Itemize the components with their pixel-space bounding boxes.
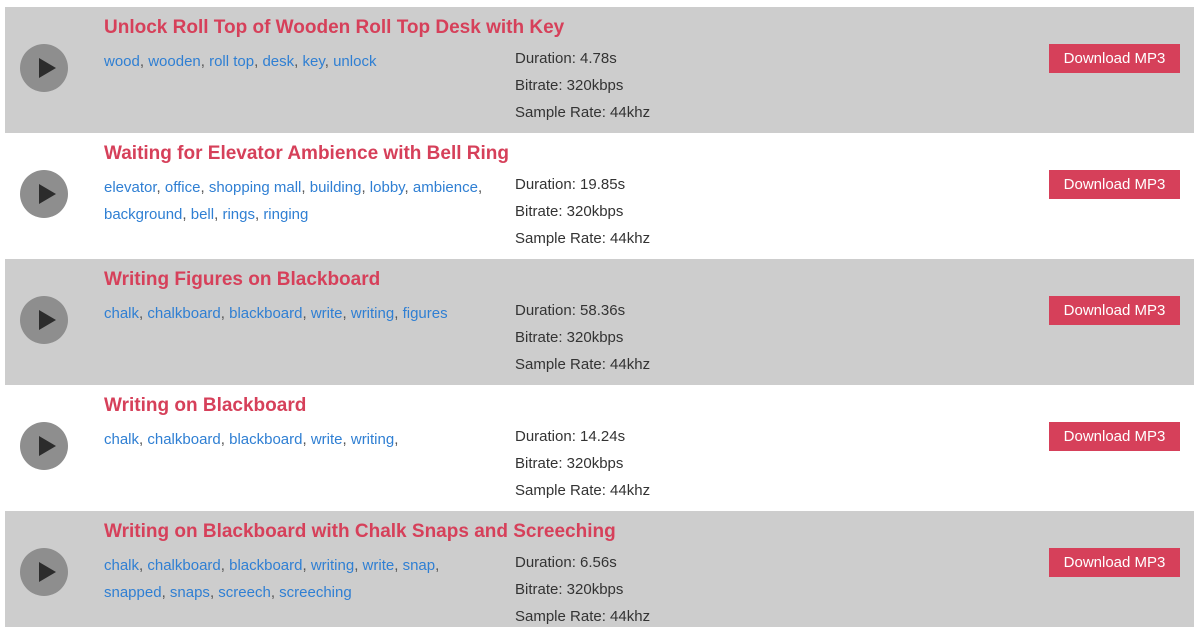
tag-link[interactable]: writing: [351, 305, 394, 322]
tag-link[interactable]: figures: [403, 305, 448, 322]
sample-rate-text: Sample Rate: 44khz: [515, 482, 651, 499]
play-button[interactable]: [20, 44, 68, 92]
tag-list: elevator, office, shopping mall, buildin…: [104, 179, 483, 223]
duration-text: Duration: 14.24s: [515, 428, 626, 445]
tag-link[interactable]: building: [310, 179, 362, 196]
play-icon: [39, 310, 56, 330]
sound-title[interactable]: Writing Figures on Blackboard: [104, 269, 380, 291]
bitrate-text: Bitrate: 320kbps: [515, 455, 624, 472]
download-mp3-button[interactable]: Download MP3: [1049, 548, 1180, 577]
play-icon: [39, 436, 56, 456]
tag-link[interactable]: background: [104, 206, 182, 223]
bitrate-text: Bitrate: 320kbps: [515, 203, 624, 220]
play-icon: [39, 58, 56, 78]
bitrate-text: Bitrate: 320kbps: [515, 329, 624, 346]
play-button[interactable]: [20, 422, 68, 470]
play-icon: [39, 184, 56, 204]
sound-meta: Duration: 19.85s Bitrate: 320kbps Sample…: [515, 171, 650, 252]
tag-link[interactable]: wooden: [148, 53, 201, 70]
tag-link[interactable]: blackboard: [229, 431, 302, 448]
tag-link[interactable]: elevator: [104, 179, 157, 196]
play-button[interactable]: [20, 170, 68, 218]
tag-link[interactable]: screech: [218, 584, 271, 601]
download-mp3-button[interactable]: Download MP3: [1049, 422, 1180, 451]
tag-link[interactable]: write: [363, 557, 395, 574]
sound-meta: Duration: 14.24s Bitrate: 320kbps Sample…: [515, 423, 650, 504]
tag-link[interactable]: office: [165, 179, 201, 196]
tag-link[interactable]: snaps: [170, 584, 210, 601]
sample-rate-text: Sample Rate: 44khz: [515, 608, 651, 625]
bitrate-text: Bitrate: 320kbps: [515, 77, 624, 94]
sound-row: Writing on Blackboard chalk, chalkboard,…: [5, 385, 1194, 511]
tag-link[interactable]: roll top: [209, 53, 254, 70]
tag-link[interactable]: chalk: [104, 431, 139, 448]
tag-link[interactable]: screeching: [279, 584, 352, 601]
sound-row: Writing on Blackboard with Chalk Snaps a…: [5, 511, 1194, 627]
sample-rate-text: Sample Rate: 44khz: [515, 104, 651, 121]
sample-rate-text: Sample Rate: 44khz: [515, 230, 651, 247]
download-mp3-button[interactable]: Download MP3: [1049, 44, 1180, 73]
sound-title[interactable]: Writing on Blackboard with Chalk Snaps a…: [104, 521, 616, 543]
sound-meta: Duration: 4.78s Bitrate: 320kbps Sample …: [515, 45, 650, 126]
tag-link[interactable]: chalkboard: [147, 557, 220, 574]
download-mp3-button[interactable]: Download MP3: [1049, 170, 1180, 199]
tag-list: chalk, chalkboard, blackboard, write, wr…: [104, 431, 399, 448]
tag-link[interactable]: rings: [222, 206, 255, 223]
tag-link[interactable]: ambience: [413, 179, 478, 196]
tag-link[interactable]: shopping mall: [209, 179, 302, 196]
sample-rate-text: Sample Rate: 44khz: [515, 356, 651, 373]
sound-meta: Duration: 58.36s Bitrate: 320kbps Sample…: [515, 297, 650, 378]
tag-link[interactable]: blackboard: [229, 557, 302, 574]
duration-text: Duration: 4.78s: [515, 50, 617, 67]
tag-link[interactable]: lobby: [370, 179, 405, 196]
tag-list: chalk, chalkboard, blackboard, writing, …: [104, 557, 440, 601]
play-button[interactable]: [20, 296, 68, 344]
tag-link[interactable]: chalk: [104, 557, 139, 574]
tag-link[interactable]: bell: [191, 206, 214, 223]
play-button[interactable]: [20, 548, 68, 596]
tag-link[interactable]: chalkboard: [147, 305, 220, 322]
sound-title[interactable]: Unlock Roll Top of Wooden Roll Top Desk …: [104, 17, 564, 39]
tag-link[interactable]: chalkboard: [147, 431, 220, 448]
download-mp3-button[interactable]: Download MP3: [1049, 296, 1180, 325]
tag-link[interactable]: chalk: [104, 305, 139, 322]
tag-link[interactable]: write: [311, 305, 343, 322]
tag-link[interactable]: wood: [104, 53, 140, 70]
tag-list: chalk, chalkboard, blackboard, write, wr…: [104, 305, 448, 322]
sound-row: Unlock Roll Top of Wooden Roll Top Desk …: [5, 7, 1194, 133]
tag-link[interactable]: writing: [351, 431, 394, 448]
sound-list: Unlock Roll Top of Wooden Roll Top Desk …: [0, 0, 1200, 627]
sound-title[interactable]: Writing on Blackboard: [104, 395, 306, 417]
tag-link[interactable]: writing: [311, 557, 354, 574]
tag-link[interactable]: blackboard: [229, 305, 302, 322]
tag-link[interactable]: key: [303, 53, 325, 70]
duration-text: Duration: 6.56s: [515, 554, 617, 571]
duration-text: Duration: 58.36s: [515, 302, 626, 319]
bitrate-text: Bitrate: 320kbps: [515, 581, 624, 598]
tag-list: wood, wooden, roll top, desk, key, unloc…: [104, 53, 377, 70]
sound-meta: Duration: 6.56s Bitrate: 320kbps Sample …: [515, 549, 650, 627]
duration-text: Duration: 19.85s: [515, 176, 626, 193]
tag-link[interactable]: ringing: [263, 206, 308, 223]
sound-title[interactable]: Waiting for Elevator Ambience with Bell …: [104, 143, 509, 165]
sound-row: Waiting for Elevator Ambience with Bell …: [5, 133, 1194, 259]
tag-link[interactable]: desk: [262, 53, 294, 70]
tag-link[interactable]: snapped: [104, 584, 162, 601]
tag-link[interactable]: snap: [403, 557, 436, 574]
play-icon: [39, 562, 56, 582]
sound-row: Writing Figures on Blackboard chalk, cha…: [5, 259, 1194, 385]
tag-link[interactable]: unlock: [333, 53, 376, 70]
tag-link[interactable]: write: [311, 431, 343, 448]
